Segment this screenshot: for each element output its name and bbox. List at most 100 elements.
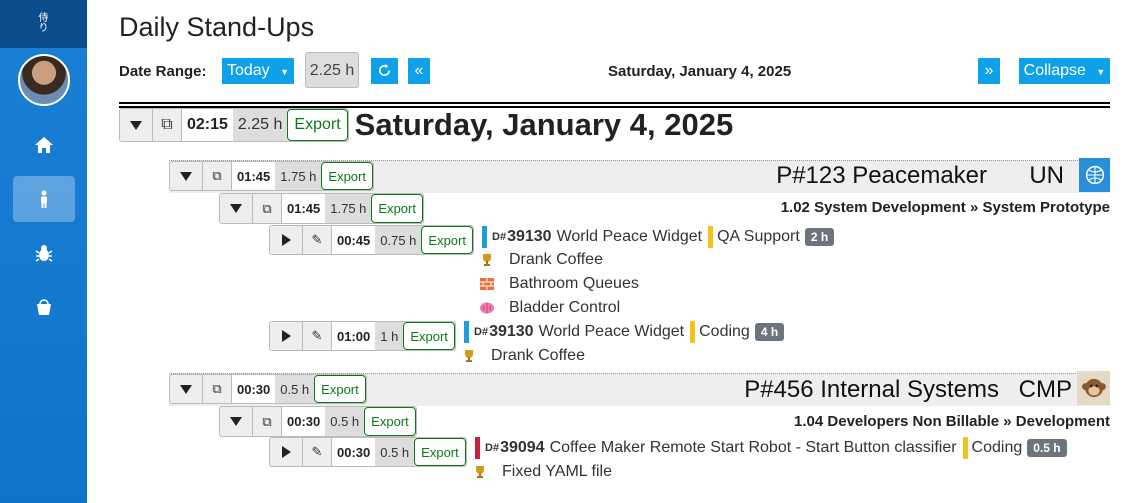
defect-number[interactable]: 39130 [507,228,552,246]
entry-row: ✎ 00:45 0.75 h Export [269,225,474,255]
entry-description: D# 39130 World Peace Widget QA Support 2… [482,225,835,249]
sidebar-item-home[interactable] [13,122,75,168]
project-row: ⧉ 01:45 1.75 h Export [169,161,374,191]
toolbar: Date Range: Today ▼ 2.25 h « Saturday, J… [119,52,1110,88]
export-button[interactable]: Export [321,162,373,190]
next-day-button[interactable]: » [978,58,1000,84]
defect-name: Coffee Maker Remote Start Robot - Start … [549,439,957,456]
entry-hours: 0.75 h [375,226,422,254]
entry-hours: 1 h [375,322,404,350]
estimate-badge: 2 h [804,228,835,246]
logo-text: 侍 り [38,13,49,34]
edit-button[interactable]: ✎ [303,226,332,254]
type-bar [690,321,696,343]
estimate-badge: 4 h [754,323,785,341]
task-hours: 0.5 h [325,407,365,436]
export-button[interactable]: Export [314,375,366,403]
sidebar-item-bugs[interactable] [13,230,75,276]
defect-prefix: D# [485,442,500,454]
entry-description: D# 39130 World Peace Widget Coding 4 h [464,320,785,344]
triangle-down-icon [230,204,242,213]
note-item: Drank Coffee [477,249,603,271]
refresh-icon [379,63,390,76]
note-text: Bladder Control [509,299,621,316]
collapse-toggle[interactable] [220,194,253,223]
entry-controls: ✎ 00:45 0.75 h Export [269,225,474,255]
bug-icon [35,245,52,262]
edit-icon: ✎ [311,444,323,459]
collapse-select[interactable]: Collapse ▼ [1019,58,1110,84]
refresh-button[interactable] [371,58,398,84]
project-row: ⧉ 00:30 0.5 h Export [169,374,367,404]
export-button[interactable]: Export [364,407,416,436]
app-logo[interactable]: 侍 り [0,0,87,48]
project-client: CMP [1018,376,1072,403]
edit-button[interactable]: ✎ [303,438,332,466]
collapse-toggle[interactable] [220,407,253,436]
note-item: Bladder Control [477,297,620,319]
entry-controls: ✎ 00:30 0.5 h Export [269,437,467,467]
entry-controls: ✎ 01:00 1 h Export [269,321,456,351]
project-title: P#123 Peacemaker [776,162,987,189]
brain-icon [477,298,497,318]
entry-type: Coding [971,439,1023,456]
triangle-down-icon [180,384,192,394]
defect-name: World Peace Widget [538,323,685,340]
defect-name: World Peace Widget [556,228,703,245]
defect-number[interactable]: 39130 [489,323,534,341]
open-link[interactable]: ⧉ [253,407,282,436]
sidebar-item-bucket[interactable] [13,284,75,330]
prev-day-button[interactable]: « [408,58,430,84]
user-avatar[interactable] [17,54,70,106]
project-time: 01:45 [232,162,276,190]
collapse-label: Collapse [1023,62,1086,79]
category-bar [464,321,469,343]
open-link[interactable]: ⧉ [203,375,232,403]
expand-toggle[interactable] [270,438,303,466]
note-text: Drank Coffee [509,251,603,268]
expand-toggle[interactable] [270,226,303,254]
export-button[interactable]: Export [421,226,473,254]
export-button[interactable]: Export [414,438,466,466]
sidebar-item-standups[interactable] [12,176,75,222]
note-text: Drank Coffee [491,347,585,364]
project-client: UN [1029,162,1064,189]
task-controls: ⧉ 00:30 0.5 h Export [219,406,417,437]
task-row: ⧉ 01:45 1.75 h Export [219,193,424,224]
entry-row: ✎ 00:30 0.5 h Export [269,437,467,467]
export-button[interactable]: Export [403,322,455,350]
note-text: Fixed YAML file [502,463,612,480]
un-logo-icon [1079,158,1110,192]
open-link[interactable]: ⧉ [203,162,232,190]
day-title: Saturday, January 4, 2025 [354,107,734,142]
project-time: 00:30 [232,375,276,403]
monkey-logo-icon [1077,371,1110,405]
open-link[interactable]: ⧉ [153,109,182,141]
trophy-icon [470,462,490,482]
project-controls: ⧉ 01:45 1.75 h Export [169,161,374,191]
caret-down-icon: ▼ [280,67,290,77]
edit-button[interactable]: ✎ [303,322,332,350]
open-link[interactable]: ⧉ [253,194,282,223]
note-item: Fixed YAML file [470,461,612,483]
export-button[interactable]: Export [371,194,423,223]
external-link-icon: ⧉ [212,168,222,183]
triangle-down-icon [180,171,192,181]
triangle-down-icon [130,120,142,130]
collapse-toggle[interactable] [170,375,203,403]
task-controls: ⧉ 01:45 1.75 h Export [219,193,424,224]
entry-type: QA Support [717,228,800,245]
date-range-select[interactable]: Today ▼ [222,58,294,84]
person-icon [40,190,47,208]
collapse-toggle[interactable] [170,162,203,190]
defect-number[interactable]: 39094 [500,439,545,457]
expand-toggle[interactable] [270,322,303,350]
type-bar [962,437,968,459]
collapse-toggle[interactable] [120,109,153,141]
triangle-down-icon [230,417,242,426]
external-link-icon: ⧉ [212,381,222,396]
task-time: 01:45 [282,194,326,223]
export-button[interactable]: Export [287,109,348,141]
day-hours: 2.25 h [232,109,288,141]
project-hours: 1.75 h [275,162,322,190]
